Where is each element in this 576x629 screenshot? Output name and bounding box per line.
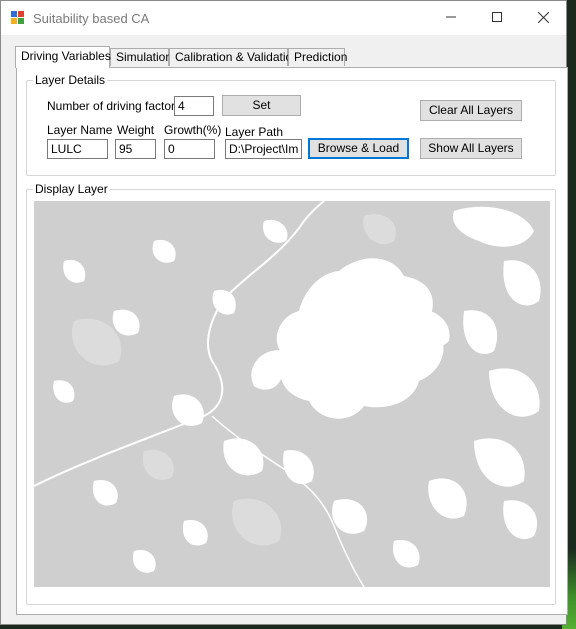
growth-label: Growth(%) [164, 123, 222, 137]
weight-label: Weight [117, 123, 155, 137]
tab-simulation[interactable]: Simulation [110, 48, 172, 66]
close-button[interactable] [520, 1, 566, 33]
app-icon [11, 11, 25, 25]
num-factors-label: Number of driving factors [47, 99, 182, 113]
tab-driving-variables[interactable]: Driving Variables [15, 46, 111, 68]
app-window: Suitability based CA Driving Variables S… [0, 0, 568, 625]
display-layer-legend: Display Layer [35, 182, 108, 196]
show-all-layers-button[interactable]: Show All Layers [420, 138, 522, 159]
num-factors-input[interactable] [174, 96, 214, 116]
maximize-button[interactable] [474, 1, 520, 33]
close-icon [537, 11, 549, 23]
set-button[interactable]: Set [222, 95, 301, 116]
window-title: Suitability based CA [33, 11, 150, 26]
layer-path-label: Layer Path [225, 125, 284, 139]
weight-input[interactable] [115, 139, 156, 159]
clear-all-layers-button[interactable]: Clear All Layers [420, 100, 522, 121]
layer-path-input[interactable] [225, 139, 302, 159]
layer-details-legend: Layer Details [35, 73, 106, 87]
minimize-icon [446, 16, 456, 18]
minimize-button[interactable] [428, 1, 474, 33]
display-layer-map[interactable] [33, 200, 550, 588]
layer-name-label: Layer Name [47, 123, 113, 137]
maximize-icon [492, 12, 502, 22]
land-use-raster-icon [33, 200, 550, 588]
tab-calibration-validation[interactable]: Calibration & Validation [169, 48, 299, 66]
growth-input[interactable] [164, 139, 215, 159]
title-bar: Suitability based CA [1, 1, 566, 35]
tab-prediction[interactable]: Prediction [288, 48, 347, 66]
browse-load-button[interactable]: Browse & Load [308, 138, 409, 159]
layer-name-input[interactable] [47, 139, 108, 159]
